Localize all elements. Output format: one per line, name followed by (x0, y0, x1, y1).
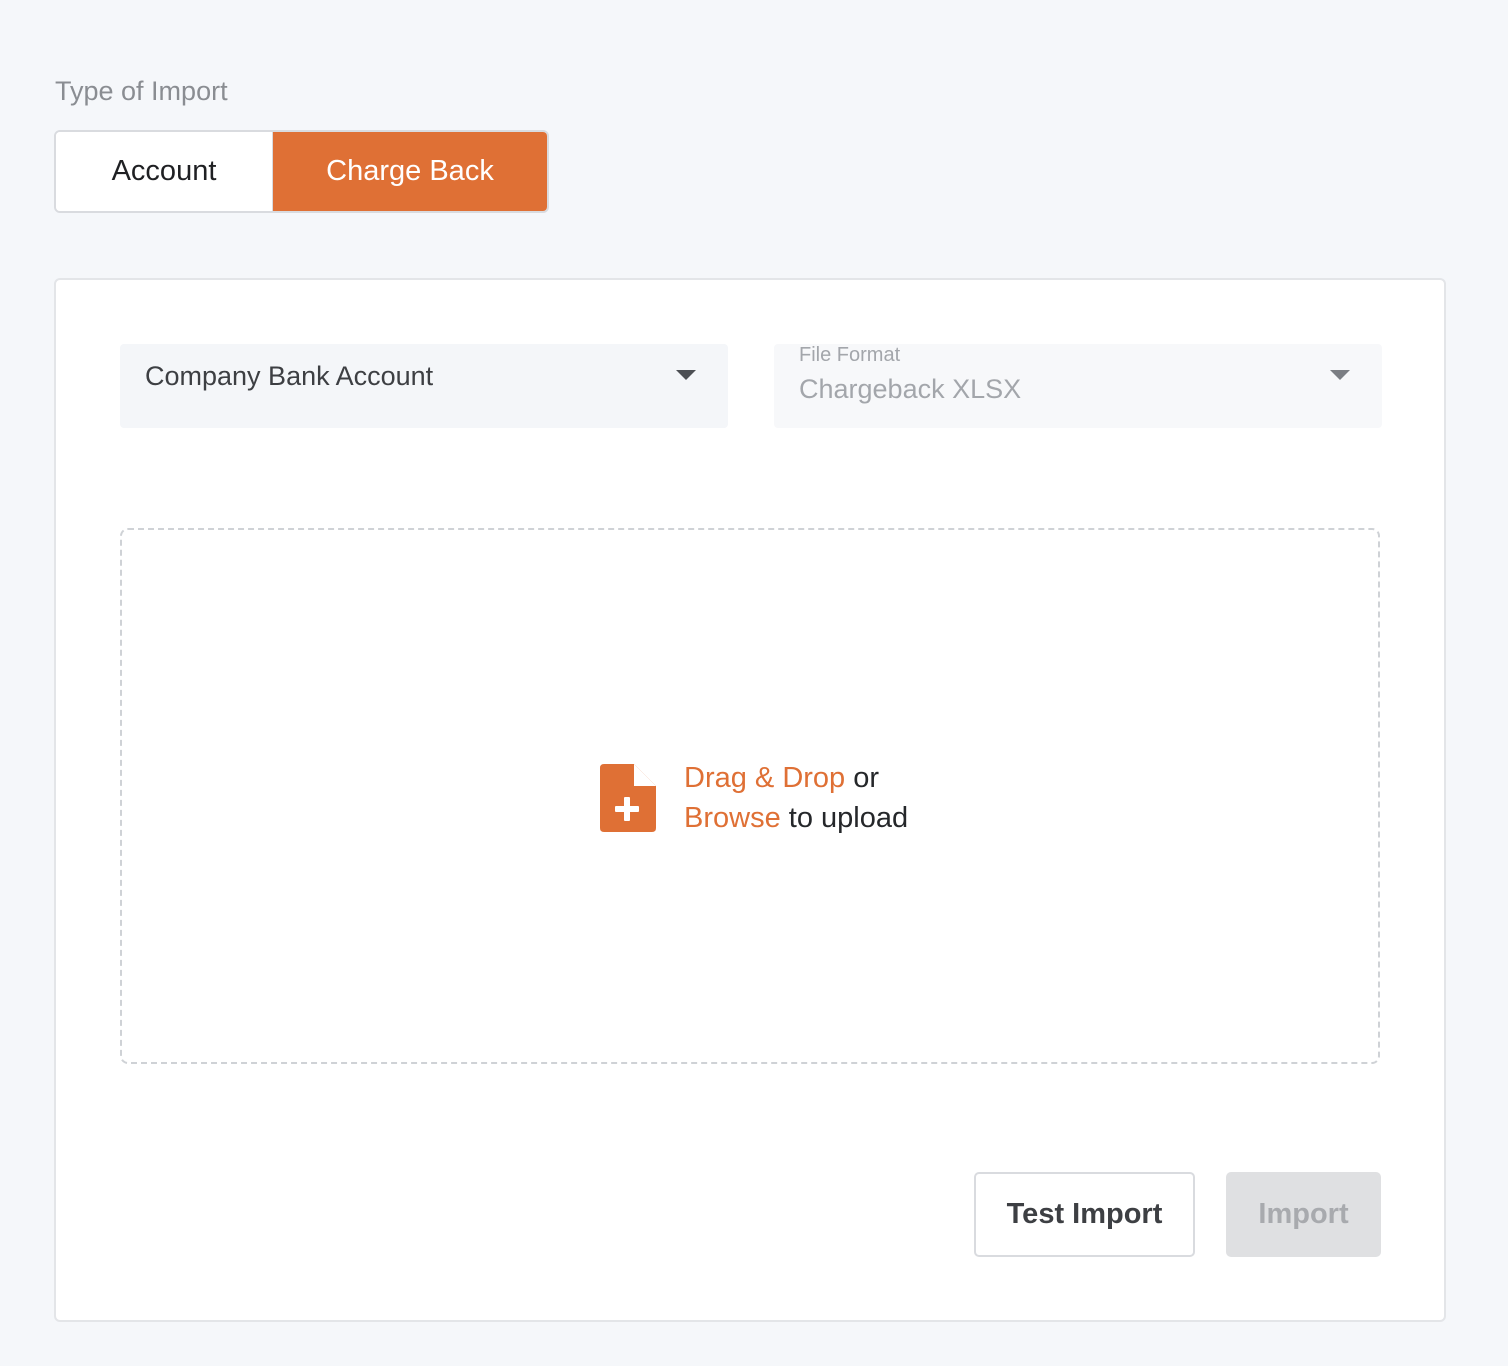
import-card: Company Bank Account File Format Chargeb… (54, 278, 1446, 1322)
browse-link[interactable]: Browse (684, 802, 781, 834)
drag-drop-text: Drag & Drop (684, 762, 846, 794)
file-format-select[interactable]: File Format Chargeback XLSX (774, 344, 1382, 428)
bank-account-select-value: Company Bank Account (145, 361, 434, 391)
file-format-select-value: Chargeback XLSX (799, 374, 1022, 404)
account-toggle-button[interactable]: Account (56, 132, 273, 211)
charge-back-toggle-button[interactable]: Charge Back (273, 132, 547, 211)
file-format-label: File Format (799, 344, 901, 366)
chevron-down-icon (676, 370, 696, 380)
file-add-icon (600, 764, 656, 832)
type-of-import-label: Type of Import (55, 76, 228, 106)
import-button[interactable]: Import (1226, 1172, 1381, 1257)
to-upload-text: to upload (780, 802, 909, 834)
file-dropzone[interactable]: Drag & Drop or Browse to upload (120, 528, 1380, 1064)
or-text: or (845, 762, 880, 794)
chevron-down-icon (1330, 370, 1350, 380)
upload-instructions: Drag & Drop or Browse to upload (684, 758, 908, 838)
bank-account-select[interactable]: Company Bank Account (120, 344, 728, 428)
test-import-button[interactable]: Test Import (974, 1172, 1195, 1257)
import-type-toggle: Account Charge Back (54, 130, 549, 213)
